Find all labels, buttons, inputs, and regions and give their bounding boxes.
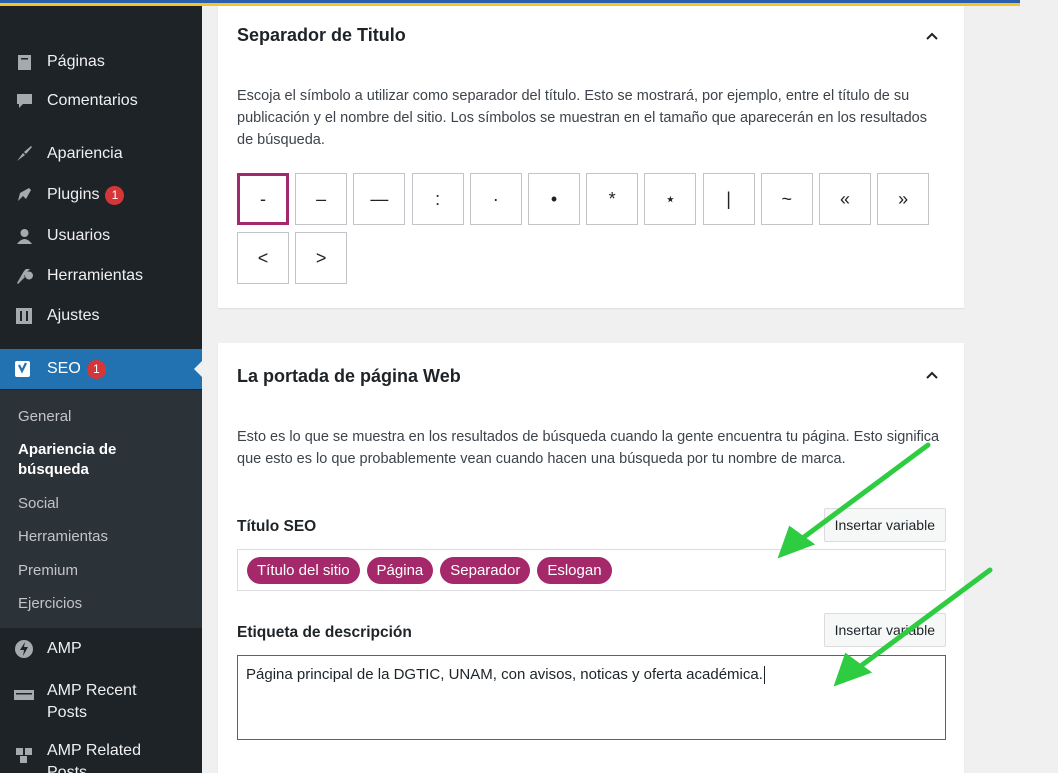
submenu-general[interactable]: General bbox=[18, 408, 71, 425]
separator-option[interactable]: ⋆ bbox=[644, 173, 697, 225]
seo-title-field[interactable]: Título del sitio Página Separador Esloga… bbox=[237, 549, 946, 591]
seo-submenu: General Apariencia de búsqueda Social He… bbox=[0, 390, 202, 628]
separator-option[interactable]: · bbox=[469, 173, 522, 225]
insert-variable-button-description[interactable]: Insertar variable bbox=[823, 613, 946, 647]
user-icon bbox=[13, 225, 35, 247]
sidebar-item-amp-related-posts[interactable]: AMP Related Posts bbox=[0, 740, 202, 773]
sidebar-item-amp[interactable]: AMP bbox=[0, 629, 202, 669]
submenu-social[interactable]: Social bbox=[18, 495, 59, 512]
amp-icon bbox=[13, 638, 35, 660]
separator-panel-title: Separador de Titulo bbox=[237, 25, 406, 45]
separator-option[interactable]: « bbox=[819, 173, 871, 225]
homepage-panel: La portada de página Web Esto es lo que … bbox=[218, 343, 964, 773]
sidebar-item-amp-recent-posts[interactable]: AMP Recent Posts bbox=[0, 680, 202, 728]
chevron-up-icon[interactable] bbox=[926, 369, 938, 381]
separator-option[interactable]: ~ bbox=[760, 173, 813, 225]
brush-icon bbox=[13, 143, 35, 165]
sidebar-item-plugins[interactable]: Plugins 1 bbox=[0, 175, 202, 215]
submenu-ejercicios[interactable]: Ejercicios bbox=[18, 595, 82, 612]
yoast-icon bbox=[13, 358, 35, 380]
separator-option[interactable]: • bbox=[528, 173, 580, 225]
homepage-panel-title: La portada de página Web bbox=[237, 366, 461, 386]
variable-pill-site-title[interactable]: Título del sitio bbox=[247, 556, 360, 584]
submenu-herramientas[interactable]: Herramientas bbox=[18, 528, 108, 545]
meta-description-label: Etiqueta de descripción bbox=[237, 624, 412, 641]
sidebar-item-comentarios[interactable]: Comentarios bbox=[0, 81, 202, 121]
sidebar-item-herramientas[interactable]: Herramientas bbox=[0, 256, 202, 296]
sidebar-item-ajustes[interactable]: Ajustes bbox=[0, 296, 202, 336]
insert-variable-button-title[interactable]: Insertar variable bbox=[823, 508, 946, 542]
sidebar-item-usuarios[interactable]: Usuarios bbox=[0, 216, 202, 256]
meta-description-field[interactable]: Página principal de la DGTIC, UNAM, con … bbox=[237, 655, 946, 740]
wrench-icon bbox=[13, 265, 35, 287]
seo-title-label: Título SEO bbox=[237, 518, 317, 535]
admin-sidebar: ●Enlaces Páginas Comentarios Apariencia … bbox=[0, 0, 202, 773]
separator-panel-description: Escoja el símbolo a utilizar como separa… bbox=[237, 88, 927, 148]
separator-option[interactable]: < bbox=[237, 232, 289, 284]
variable-pill-page[interactable]: Página bbox=[366, 556, 434, 584]
current-menu-pointer bbox=[194, 361, 202, 377]
submenu-premium[interactable]: Premium bbox=[18, 562, 78, 579]
plug-icon bbox=[13, 184, 35, 206]
top-stripe bbox=[0, 0, 1020, 6]
related-icon bbox=[13, 744, 35, 766]
separator-panel: Separador de Titulo Escoja el símbolo a … bbox=[218, 6, 964, 308]
separator-option[interactable]: — bbox=[353, 173, 406, 225]
seo-count-badge: 1 bbox=[86, 359, 106, 379]
separator-option[interactable]: | bbox=[702, 173, 755, 225]
sidebar-item-paginas[interactable]: Páginas bbox=[0, 42, 202, 82]
submenu-apariencia-busqueda[interactable]: Apariencia de búsqueda bbox=[18, 440, 148, 480]
settings-icon bbox=[13, 305, 35, 327]
comment-icon bbox=[13, 90, 35, 112]
variable-pill-separator[interactable]: Separador bbox=[440, 556, 531, 584]
sidebar-item-apariencia[interactable]: Apariencia bbox=[0, 134, 202, 174]
separator-option[interactable]: * bbox=[586, 173, 639, 225]
sidebar-item-seo[interactable]: SEO 1 bbox=[0, 349, 202, 389]
separator-option[interactable]: » bbox=[877, 173, 930, 225]
separator-option[interactable]: – bbox=[295, 173, 348, 225]
homepage-panel-description: Esto es lo que se muestra en los resulta… bbox=[237, 429, 940, 467]
text-cursor bbox=[763, 666, 765, 685]
page-icon bbox=[13, 51, 35, 73]
plugins-count-badge: 1 bbox=[105, 185, 125, 205]
chevron-up-icon[interactable] bbox=[926, 30, 938, 42]
posts-icon bbox=[13, 684, 35, 706]
separator-option[interactable]: - bbox=[237, 173, 289, 225]
meta-description-text: Página principal de la DGTIC, UNAM, con … bbox=[246, 666, 763, 683]
variable-pill-tagline[interactable]: Eslogan bbox=[537, 556, 612, 584]
separator-option[interactable]: > bbox=[295, 232, 348, 284]
separator-option[interactable]: : bbox=[411, 173, 464, 225]
